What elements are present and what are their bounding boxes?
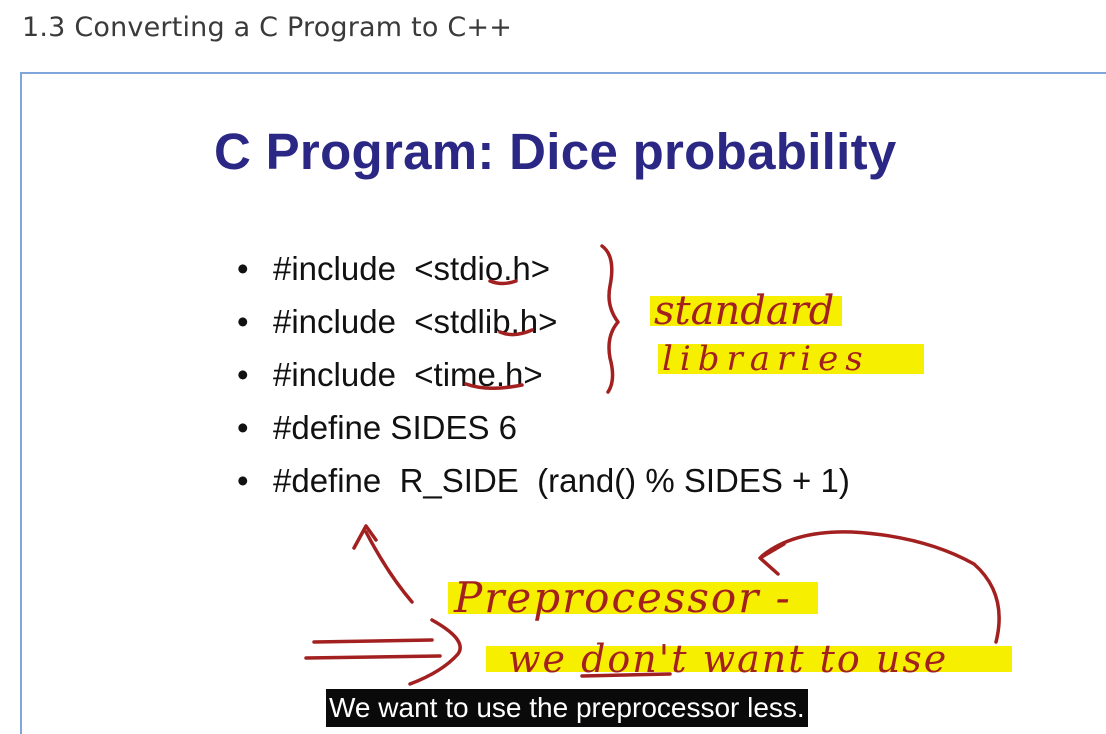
double-arrow-head [408, 618, 462, 686]
video-subtitle: We want to use the preprocessor less. [326, 689, 808, 727]
underline-dont [580, 672, 672, 678]
double-arrow-bottom [304, 654, 442, 660]
bullet-include-time: • #include <time.h> [237, 348, 850, 401]
note-dont-want: we don't want to use [508, 637, 948, 681]
bullet-define-r-side: • #define R_SIDE (rand() % SIDES + 1) [237, 454, 850, 507]
bullet-marker: • [237, 356, 249, 393]
bullet-text: #define R_SIDE (rand() % SIDES + 1) [273, 462, 850, 499]
page-heading: 1.3 Converting a C Program to C++ [22, 12, 513, 43]
slide-title: C Program: Dice probability [214, 123, 897, 180]
bullet-marker: • [237, 462, 249, 499]
bullet-marker: • [237, 250, 249, 287]
curved-loop-arrow [760, 530, 1001, 644]
bullet-text: #include <stdio.h> [273, 250, 551, 287]
bullet-marker: • [237, 303, 249, 340]
bullet-define-sides: • #define SIDES 6 [237, 401, 850, 454]
bullet-text: #include <stdlib.h> [273, 303, 558, 340]
bullet-include-stdlib: • #include <stdlib.h> [237, 295, 850, 348]
slide-bullet-list: • #include <stdio.h> • #include <stdlib.h>… [237, 242, 850, 507]
note-preprocessor: Preprocessor - [453, 573, 792, 622]
arrow-up-stroke [364, 530, 414, 604]
bullet-text: #define SIDES 6 [273, 409, 517, 446]
bullet-include-stdio: • #include <stdio.h> [237, 242, 850, 295]
bullet-marker: • [237, 409, 249, 446]
highlight-preprocessor [448, 582, 818, 614]
video-player[interactable]: C Program: Dice probability • #include <s… [20, 72, 1106, 734]
curved-loop-head [758, 542, 786, 576]
double-arrow-top [312, 638, 434, 644]
bullet-text: #include <time.h> [273, 356, 543, 393]
arrow-up-head [352, 524, 378, 550]
highlight-dont-want [486, 646, 1012, 672]
